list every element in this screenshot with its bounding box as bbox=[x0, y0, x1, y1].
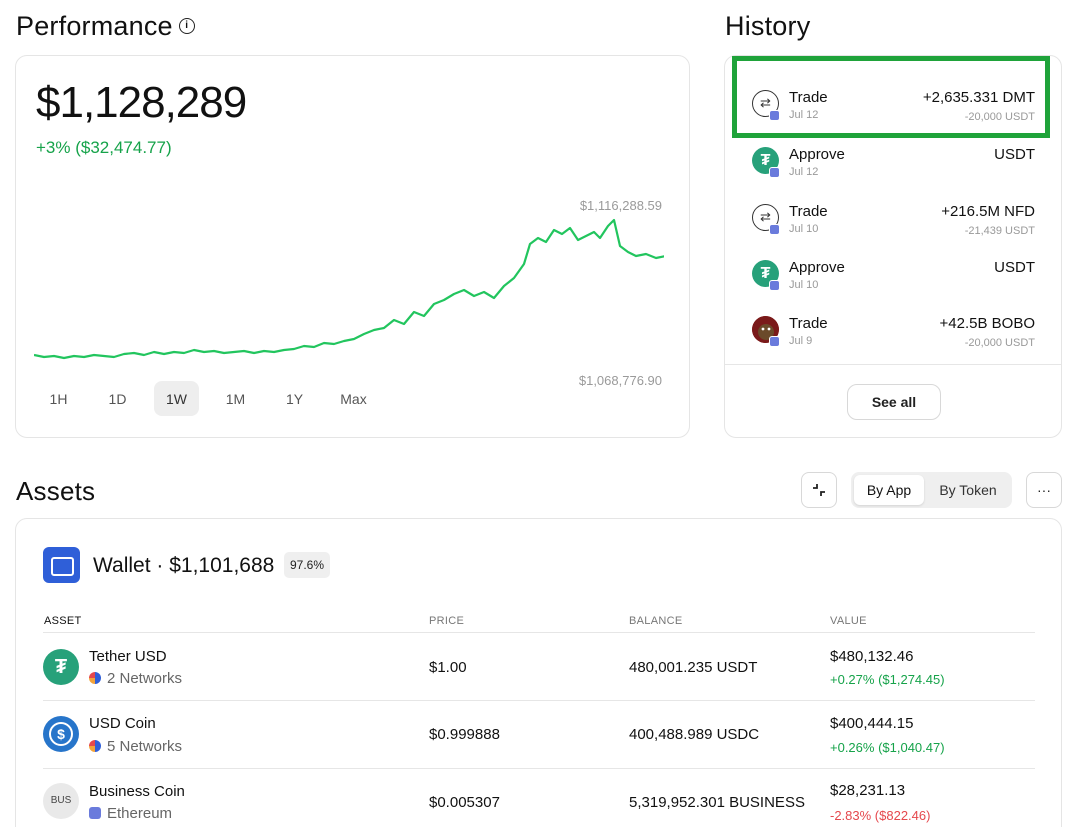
wallet-percent-badge: 97.6% bbox=[284, 552, 331, 578]
collapse-button[interactable] bbox=[801, 472, 837, 508]
networks-icon bbox=[89, 672, 101, 684]
ethereum-icon bbox=[769, 110, 780, 121]
ethereum-icon bbox=[769, 224, 780, 235]
history-item[interactable]: Trade Jul 9 +42.5B BOBO -20,000 USDT bbox=[725, 308, 1063, 364]
portfolio-value: $1,128,289 bbox=[36, 78, 247, 127]
col-asset[interactable]: ASSET bbox=[44, 615, 82, 627]
history-title: History bbox=[725, 11, 811, 41]
ethereum-icon bbox=[769, 336, 780, 347]
networks-icon bbox=[89, 740, 101, 752]
svg-text:$: $ bbox=[57, 726, 65, 742]
range-1h[interactable]: 1H bbox=[36, 381, 81, 416]
collapse-icon bbox=[813, 484, 825, 496]
divider bbox=[43, 700, 1035, 701]
col-price[interactable]: PRICE bbox=[429, 615, 464, 627]
tether-icon: ₮ bbox=[43, 649, 79, 685]
history-item[interactable]: ₮ Approve Jul 12 USDT bbox=[725, 139, 1063, 195]
range-selector: 1H 1D 1W 1M 1Y Max bbox=[36, 381, 390, 416]
performance-card: $1,128,289 +3% ($32,474.77) $1,116,288.5… bbox=[15, 55, 690, 438]
see-all-button[interactable]: See all bbox=[847, 384, 941, 420]
history-card: ⇄ Trade Jul 12 +2,635.331 DMT -20,000 US… bbox=[724, 55, 1062, 438]
col-value[interactable]: VALUE bbox=[830, 615, 867, 627]
divider bbox=[43, 768, 1035, 769]
history-item[interactable]: ₮ Approve Jul 10 USDT bbox=[725, 252, 1063, 308]
ethereum-icon bbox=[89, 807, 101, 819]
performance-chart[interactable] bbox=[34, 216, 664, 376]
col-balance[interactable]: BALANCE bbox=[629, 615, 682, 627]
range-1w[interactable]: 1W bbox=[154, 381, 199, 416]
wallet-title: Wallet · $1,101,688 bbox=[93, 554, 275, 577]
info-icon[interactable]: i bbox=[178, 17, 195, 34]
divider bbox=[725, 364, 1061, 365]
chart-high-label: $1,116,288.59 bbox=[579, 198, 662, 213]
ethereum-icon bbox=[769, 280, 780, 291]
range-1d[interactable]: 1D bbox=[95, 381, 140, 416]
wallet-icon bbox=[43, 547, 80, 583]
usd-coin-icon: $ bbox=[43, 716, 79, 752]
divider bbox=[43, 632, 1035, 633]
ethereum-icon bbox=[769, 167, 780, 178]
performance-line bbox=[34, 218, 664, 360]
business-coin-icon: BUS bbox=[43, 783, 79, 819]
by-app-tab[interactable]: By App bbox=[854, 475, 924, 505]
assets-card: Wallet · $1,101,688 97.6% ASSET PRICE BA… bbox=[15, 518, 1062, 827]
assets-title: Assets bbox=[16, 476, 96, 506]
view-toggle: By App By Token bbox=[851, 472, 1012, 508]
range-1y[interactable]: 1Y bbox=[272, 381, 317, 416]
by-token-tab[interactable]: By Token bbox=[927, 475, 1009, 505]
range-max[interactable]: Max bbox=[331, 381, 376, 416]
portfolio-change: +3% ($32,474.77) bbox=[36, 138, 172, 157]
more-button[interactable]: ··· bbox=[1026, 472, 1062, 508]
performance-title: Performance i bbox=[16, 11, 195, 42]
history-item[interactable]: ⇄ Trade Jul 10 +216.5M NFD -21,439 USDT bbox=[725, 196, 1063, 252]
history-item[interactable]: ⇄ Trade Jul 12 +2,635.331 DMT -20,000 US… bbox=[725, 82, 1063, 138]
range-1m[interactable]: 1M bbox=[213, 381, 258, 416]
